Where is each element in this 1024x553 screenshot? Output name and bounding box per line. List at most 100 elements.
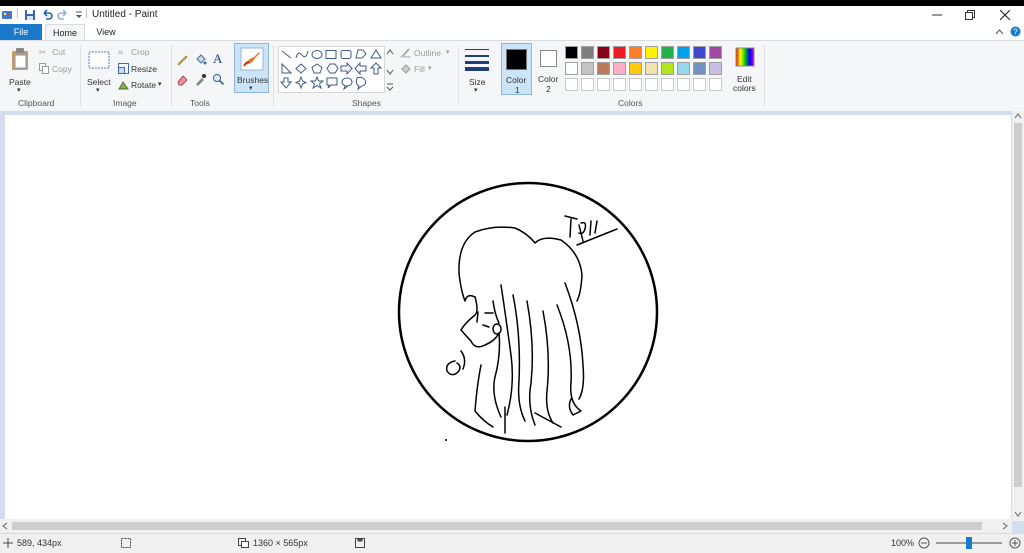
horizontal-scrollbar[interactable] [0, 519, 1012, 533]
zoom-in-icon[interactable] [1009, 537, 1021, 549]
shapes-scroll-icon[interactable] [386, 46, 394, 93]
colors-group-label: Colors [618, 98, 643, 108]
selection-size-icon [121, 538, 131, 548]
shapes-group-label: Shapes [352, 98, 381, 108]
palette-swatch[interactable] [693, 46, 706, 59]
palette-swatch[interactable] [709, 78, 722, 91]
palette-swatch[interactable] [565, 46, 578, 59]
paste-dropdown-icon[interactable]: ▾ [17, 86, 21, 94]
brushes-button[interactable]: Brushes ▾ [234, 43, 269, 93]
vertical-scrollbar[interactable] [1012, 111, 1024, 521]
outline-button[interactable]: Outline ▾ [400, 47, 454, 59]
title-bar: | | Untitled - Paint [0, 6, 1024, 24]
palette-swatch[interactable] [661, 62, 674, 75]
palette-swatch[interactable] [645, 46, 658, 59]
fill-button[interactable]: Fill ▾ [400, 63, 440, 75]
drawing-canvas[interactable] [5, 115, 1011, 519]
cut-button[interactable]: ✂ Cut [39, 47, 73, 59]
outline-icon [400, 48, 411, 58]
color-picker-icon[interactable] [194, 73, 207, 86]
palette-swatch[interactable] [693, 78, 706, 91]
scroll-up-icon[interactable] [1014, 113, 1022, 119]
window-title: Untitled - Paint [92, 9, 158, 20]
vertical-scroll-thumb[interactable] [1014, 123, 1022, 487]
palette-swatch[interactable] [709, 46, 722, 59]
palette-swatch[interactable] [709, 62, 722, 75]
customize-toolbar-icon[interactable] [73, 9, 85, 21]
tab-home[interactable]: Home [45, 24, 85, 41]
size-button[interactable]: Size ▾ [463, 45, 491, 95]
zoom-out-icon[interactable] [918, 537, 930, 549]
palette-swatch[interactable] [645, 62, 658, 75]
palette-swatch[interactable] [597, 46, 610, 59]
palette-swatch[interactable] [677, 46, 690, 59]
cursor-position-icon [3, 538, 13, 548]
palette-swatch[interactable] [597, 78, 610, 91]
scroll-left-icon[interactable] [2, 522, 8, 530]
paste-button[interactable]: Paste ▾ [6, 45, 34, 95]
palette-swatch[interactable] [565, 62, 578, 75]
eraser-icon[interactable] [176, 73, 189, 86]
group-divider [171, 45, 172, 107]
copy-button[interactable]: Copy [39, 63, 75, 75]
fill-bucket-icon[interactable] [194, 53, 207, 66]
crop-button[interactable]: ⌗ Crop [118, 47, 154, 59]
edit-colors-button[interactable]: Edit colors [732, 45, 758, 95]
palette-swatch[interactable] [581, 46, 594, 59]
scroll-down-icon[interactable] [1014, 511, 1022, 517]
scissors-icon: ✂ [39, 47, 47, 57]
magnifier-icon[interactable] [212, 73, 225, 86]
color1-label: Color [506, 75, 527, 85]
color1-button[interactable]: Color 1 [501, 43, 532, 95]
select-dropdown-icon[interactable]: ▾ [96, 86, 100, 94]
undo-icon[interactable] [41, 9, 53, 21]
copy-label: Copy [52, 64, 72, 74]
line-size-icon [465, 49, 489, 71]
shapes-gallery-icons [279, 49, 383, 91]
palette-swatch[interactable] [597, 62, 610, 75]
copy-icon [39, 63, 49, 74]
palette-swatch[interactable] [613, 62, 626, 75]
resize-button[interactable]: Resize [118, 63, 160, 75]
color2-number: 2 [546, 84, 551, 94]
zoom-slider-thumb[interactable] [966, 537, 972, 549]
paint-app-icon[interactable] [1, 9, 13, 21]
restore-button[interactable] [953, 6, 987, 24]
minimize-button[interactable] [920, 6, 954, 24]
tab-view[interactable]: View [92, 24, 120, 40]
palette-swatch[interactable] [613, 78, 626, 91]
palette-swatch[interactable] [661, 46, 674, 59]
redo-icon[interactable] [57, 9, 69, 21]
horizontal-scroll-thumb[interactable] [12, 522, 982, 530]
palette-swatch[interactable] [677, 78, 690, 91]
close-button[interactable] [988, 6, 1022, 24]
palette-swatch[interactable] [629, 62, 642, 75]
clipboard-group-label: Clipboard [18, 98, 55, 108]
shapes-gallery[interactable] [278, 46, 385, 93]
palette-swatch[interactable] [693, 62, 706, 75]
zoom-slider[interactable] [936, 537, 1002, 549]
rotate-icon [118, 81, 129, 90]
text-tool-icon[interactable]: A [213, 51, 222, 67]
palette-swatch[interactable] [661, 78, 674, 91]
scroll-right-icon[interactable] [1002, 522, 1008, 530]
color2-button[interactable]: Color 2 [535, 43, 563, 95]
palette-swatch[interactable] [581, 62, 594, 75]
palette-swatch[interactable] [629, 46, 642, 59]
palette-swatch[interactable] [613, 46, 626, 59]
help-icon[interactable]: ? [1010, 26, 1021, 37]
collapse-ribbon-icon[interactable] [995, 28, 1004, 35]
palette-swatch[interactable] [645, 78, 658, 91]
palette-swatch[interactable] [629, 78, 642, 91]
rotate-button[interactable]: Rotate ▾ [118, 79, 168, 91]
palette-swatch[interactable] [677, 62, 690, 75]
group-divider [764, 45, 765, 107]
palette-swatch[interactable] [581, 78, 594, 91]
palette-swatch[interactable] [565, 78, 578, 91]
save-icon[interactable] [24, 9, 36, 21]
edit-colors-label-2: colors [733, 83, 756, 93]
tab-file[interactable]: File [0, 24, 42, 40]
select-button[interactable]: Select ▾ [86, 45, 112, 95]
canvas-workspace [0, 111, 1024, 533]
pencil-icon[interactable] [176, 53, 189, 66]
